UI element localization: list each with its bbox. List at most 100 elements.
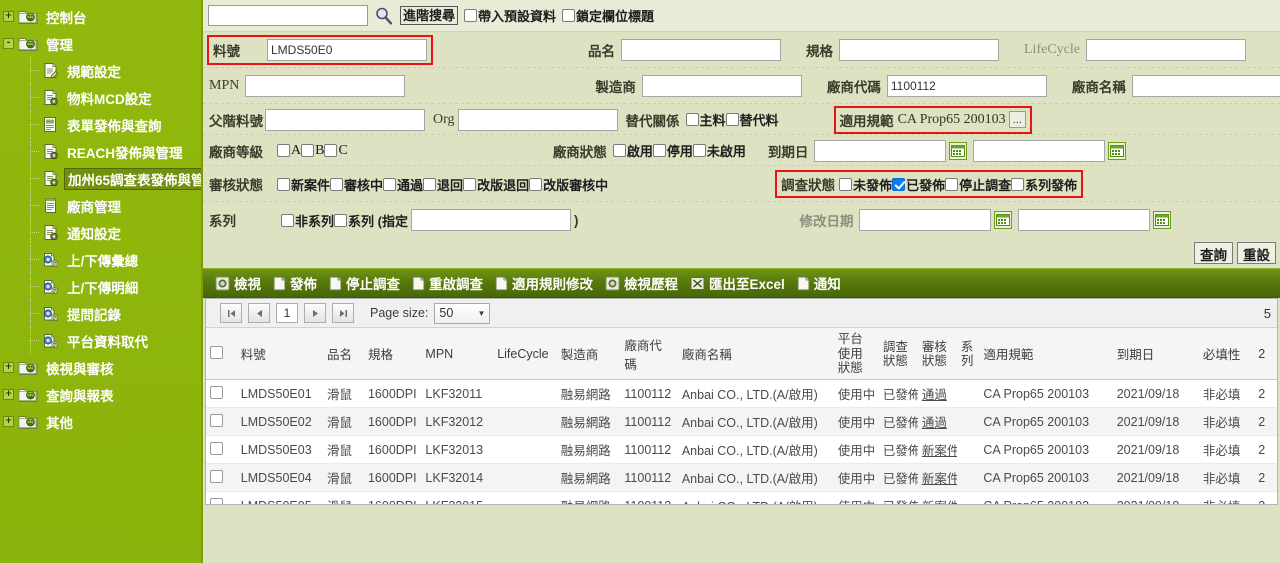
sidebar-item-6[interactable]: 加州65調查表發佈與管理 — [0, 165, 201, 192]
series-non-checkbox-label[interactable]: 非系列 — [281, 211, 334, 230]
vs-disabled-checkbox[interactable] — [652, 144, 666, 157]
sidebar-item-1[interactable]: - 管理 — [0, 30, 201, 57]
rs-rev-reject-checkbox-label[interactable]: 改版退回 — [463, 175, 529, 194]
row-select-checkbox[interactable] — [210, 385, 223, 399]
expand-icon[interactable]: + — [3, 416, 14, 427]
sidebar-item-0[interactable]: + 控制台 — [0, 3, 201, 30]
page-size-select[interactable]: 50 ▼ — [434, 302, 491, 324]
ss-unpublished-checkbox-label[interactable]: 未發佈 — [839, 175, 892, 194]
sidebar-item-14[interactable]: + 查詢與報表 — [0, 381, 201, 408]
substitute-alt-checkbox-label[interactable]: 替代料 — [725, 110, 779, 129]
sidebar-item-13[interactable]: + 檢視與審核 — [0, 354, 201, 381]
toolbar-button-3[interactable]: 重啟調查 — [410, 273, 490, 293]
cell-review-status[interactable]: 新案件 — [917, 435, 957, 465]
advanced-search-button[interactable]: 進階搜尋 — [400, 6, 459, 25]
review-status-link[interactable]: 通過 — [922, 388, 947, 402]
expand-icon[interactable]: + — [3, 389, 14, 400]
vs-enabled-checkbox-label[interactable]: 啟用 — [612, 141, 653, 160]
mpn-input[interactable] — [245, 75, 406, 97]
rs-rev-reviewing-checkbox-label[interactable]: 改版審核中 — [529, 175, 608, 194]
row-select-cell[interactable] — [206, 491, 237, 504]
calendar-icon[interactable] — [994, 211, 1013, 229]
vendor-code-input[interactable] — [886, 75, 1047, 97]
review-status-link[interactable]: 新案件 — [922, 444, 957, 458]
table-row[interactable]: LMDS50E02 滑鼠 1600DPI LKF32012 融易網路 1100112 Anb… — [206, 407, 1277, 437]
vendor-name-input[interactable] — [1131, 75, 1280, 97]
default-data-checkbox[interactable] — [464, 9, 478, 22]
vs-not-enabled-checkbox-label[interactable]: 未啟用 — [692, 141, 746, 160]
sidebar-item-11[interactable]: 提問記錄 — [0, 300, 201, 327]
rs-reject-checkbox-label[interactable]: 退回 — [423, 175, 463, 194]
ss-series-pub-checkbox-label[interactable]: 系列發佈 — [1011, 175, 1077, 194]
spec-input[interactable] — [839, 39, 999, 61]
row-select-cell[interactable] — [206, 435, 237, 465]
applicable-spec-more-button[interactable]: ... — [1008, 111, 1026, 128]
substitute-alt-checkbox[interactable] — [725, 113, 739, 126]
part-no-input[interactable] — [267, 39, 427, 61]
sidebar-item-4[interactable]: 表單發佈與查詢 — [0, 111, 201, 138]
rs-pass-checkbox[interactable] — [383, 177, 397, 191]
sidebar-item-9[interactable]: 上/下傳彙總 — [0, 246, 201, 273]
grade-a-checkbox[interactable] — [277, 144, 290, 157]
current-page-number[interactable]: 1 — [276, 303, 298, 324]
collapse-icon[interactable]: - — [3, 38, 14, 49]
sidebar-item-10[interactable]: 上/下傳明細 — [0, 273, 201, 300]
row-select-checkbox[interactable] — [210, 497, 223, 504]
rs-rev-reviewing-checkbox[interactable] — [529, 177, 543, 191]
default-data-checkbox-label[interactable]: 帶入預設資料 — [464, 6, 556, 25]
rs-rev-reject-checkbox[interactable] — [463, 177, 477, 191]
maker-input[interactable] — [641, 75, 802, 97]
lock-header-checkbox[interactable] — [562, 9, 576, 22]
ss-unpublished-checkbox[interactable] — [839, 177, 853, 191]
lock-header-checkbox-label[interactable]: 鎖定欄位標題 — [562, 6, 654, 25]
grade-b-checkbox[interactable] — [301, 144, 315, 157]
sidebar-item-7[interactable]: 廠商管理 — [0, 192, 201, 219]
toolbar-button-2[interactable]: 停止調查 — [327, 273, 407, 293]
sidebar-item-12[interactable]: 平台資料取代 — [0, 327, 201, 354]
toolbar-button-0[interactable]: 檢視 — [213, 273, 268, 293]
rs-reject-checkbox[interactable] — [423, 177, 437, 191]
series-value-input[interactable] — [410, 209, 571, 231]
ss-published-checkbox-label[interactable]: 已發佈 — [892, 175, 945, 194]
grade-c-checkbox[interactable] — [324, 144, 338, 157]
substitute-main-checkbox[interactable] — [685, 113, 699, 126]
grade-c-checkbox-label[interactable]: C — [324, 143, 348, 159]
review-status-link[interactable]: 新案件 — [922, 472, 957, 486]
row-select-cell[interactable] — [206, 379, 237, 409]
expand-icon[interactable]: + — [3, 11, 14, 22]
table-row[interactable]: LMDS50E01 滑鼠 1600DPI LKF32011 融易網路 1100112 Anb… — [206, 379, 1277, 409]
sidebar-item-2[interactable]: 規範設定 — [0, 57, 201, 84]
search-icon[interactable] — [374, 6, 394, 26]
toolbar-button-1[interactable]: 發佈 — [271, 273, 324, 293]
rs-pass-checkbox-label[interactable]: 通過 — [383, 175, 423, 194]
parent-part-input[interactable] — [265, 108, 425, 131]
grade-a-checkbox-label[interactable]: A — [277, 143, 301, 159]
table-row[interactable]: LMDS50E05滑鼠1600DPILKF32015 融易網路1100112Anb… — [206, 491, 1277, 504]
row-select-checkbox[interactable] — [210, 413, 223, 427]
grade-b-checkbox-label[interactable]: B — [301, 143, 324, 159]
calendar-icon[interactable] — [1153, 211, 1172, 229]
vs-not-enabled-checkbox[interactable] — [692, 144, 706, 157]
ss-series-pub-checkbox[interactable] — [1011, 177, 1025, 191]
row-select-checkbox[interactable] — [210, 441, 223, 455]
sidebar-item-8[interactable]: 通知設定 — [0, 219, 201, 246]
ss-stopped-checkbox-label[interactable]: 停止調查 — [945, 175, 1011, 194]
expand-icon[interactable]: + — [3, 362, 14, 373]
cell-review-status[interactable]: 通過 — [917, 407, 957, 437]
toolbar-button-4[interactable]: 適用規則修改 — [493, 273, 600, 293]
lifecycle-input[interactable] — [1085, 39, 1246, 61]
rs-reviewing-checkbox-label[interactable]: 審核中 — [330, 175, 383, 194]
toolbar-button-6[interactable]: 匯出至Excel — [688, 273, 792, 293]
series-is-checkbox-label[interactable]: 系列 (指定 — [334, 211, 408, 230]
table-row[interactable]: LMDS50E04 滑鼠 1600DPI LKF32014 融易網路 1100112 Anb… — [206, 463, 1277, 493]
due-date-to-input[interactable] — [973, 139, 1106, 162]
sidebar-item-3[interactable]: 物料MCD設定 — [0, 84, 201, 111]
vs-disabled-checkbox-label[interactable]: 停用 — [652, 141, 693, 160]
select-all-checkbox[interactable] — [210, 345, 223, 359]
substitute-main-checkbox-label[interactable]: 主料 — [685, 110, 726, 129]
sidebar-item-15[interactable]: + 其他 — [0, 408, 201, 435]
last-page-button[interactable] — [332, 303, 354, 324]
reset-button[interactable]: 重設 — [1237, 242, 1276, 264]
modify-date-from-input[interactable] — [859, 209, 992, 231]
ss-stopped-checkbox[interactable] — [945, 177, 959, 191]
